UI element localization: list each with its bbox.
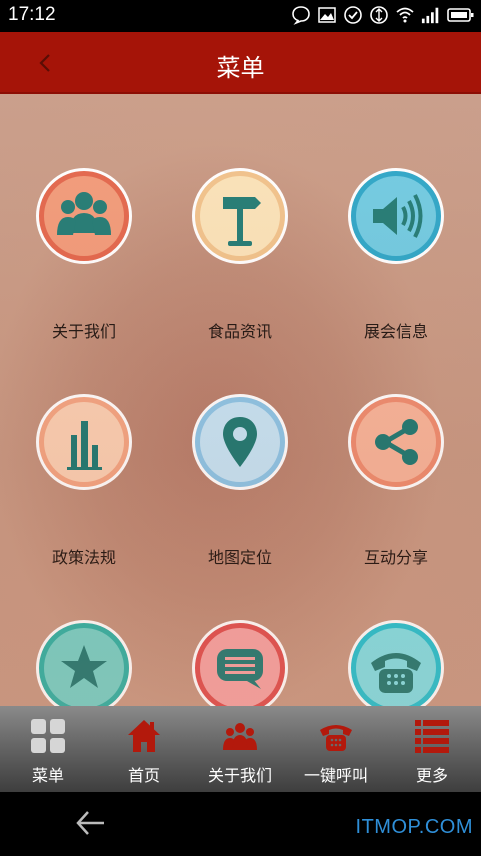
system-back-button[interactable] (72, 806, 112, 840)
speaker-icon (373, 194, 423, 238)
menu-item-phone[interactable] (316, 620, 476, 706)
signal-icon (421, 5, 441, 25)
menu-item-food-news[interactable]: 食品资讯 (160, 168, 320, 348)
battery-icon (447, 5, 475, 25)
menu-item-share[interactable]: 互动分享 (316, 394, 476, 574)
grid-icon (31, 719, 65, 753)
message-icon (217, 649, 263, 689)
status-time: 17:12 (8, 4, 56, 25)
menu-item-label: 地图定位 (207, 548, 272, 567)
arrow-left-icon (76, 811, 104, 835)
app-header: 菜单 (0, 32, 481, 94)
system-nav-bar: ITMOP.COM (0, 792, 481, 856)
menu-item-label: 政策法规 (51, 548, 116, 567)
tab-label: 关于我们 (207, 766, 272, 785)
menu-grid: 关于我们 食品资讯 展会信息 政策法规 地图定位 互动分享 (0, 94, 481, 706)
signpost-icon (223, 197, 261, 246)
people-icon (223, 723, 257, 750)
image-icon (317, 5, 337, 25)
tab-label: 一键呼叫 (303, 766, 368, 785)
sync-icon (369, 5, 389, 25)
menu-item-about-us[interactable]: 关于我们 (4, 168, 164, 348)
menu-item-message[interactable] (160, 620, 320, 706)
menu-item-label: 食品资讯 (207, 322, 272, 341)
wifi-icon (395, 5, 415, 25)
tab-home[interactable]: 首页 (96, 706, 192, 792)
share-icon (375, 419, 418, 465)
list-icon (415, 720, 449, 753)
tab-label: 菜单 (31, 766, 64, 785)
menu-item-policy[interactable]: 政策法规 (4, 394, 164, 574)
tab-about-us[interactable]: 关于我们 (192, 706, 288, 792)
menu-item-map[interactable]: 地图定位 (160, 394, 320, 574)
bottom-tab-bar: 菜单 首页 关于我们 一键呼叫 更多 (0, 706, 481, 792)
phone-icon (371, 653, 421, 693)
tab-more[interactable]: 更多 (384, 706, 480, 792)
telephone-icon (320, 725, 352, 751)
menu-item-label: 展会信息 (363, 322, 428, 341)
menu-item-star[interactable] (4, 620, 164, 706)
bar-chart-icon (67, 421, 102, 470)
watermark: ITMOP.COM (355, 816, 473, 838)
tab-label: 更多 (415, 766, 448, 785)
check-circle-icon (343, 5, 363, 25)
menu-item-exhibition-info[interactable]: 展会信息 (316, 168, 476, 348)
tab-label: 首页 (127, 766, 160, 785)
chat-bubble-icon (291, 5, 311, 25)
map-pin-icon (223, 417, 257, 467)
status-icons (291, 5, 475, 25)
status-bar: 17:12 (0, 0, 481, 32)
tab-one-key-call[interactable]: 一键呼叫 (288, 706, 384, 792)
home-icon (128, 720, 160, 752)
menu-item-label: 关于我们 (51, 322, 116, 341)
tab-menu[interactable]: 菜单 (0, 706, 96, 792)
menu-item-label: 互动分享 (363, 548, 428, 567)
star-icon (61, 645, 107, 688)
page-title: 菜单 (216, 54, 265, 82)
people-icon (57, 192, 111, 235)
